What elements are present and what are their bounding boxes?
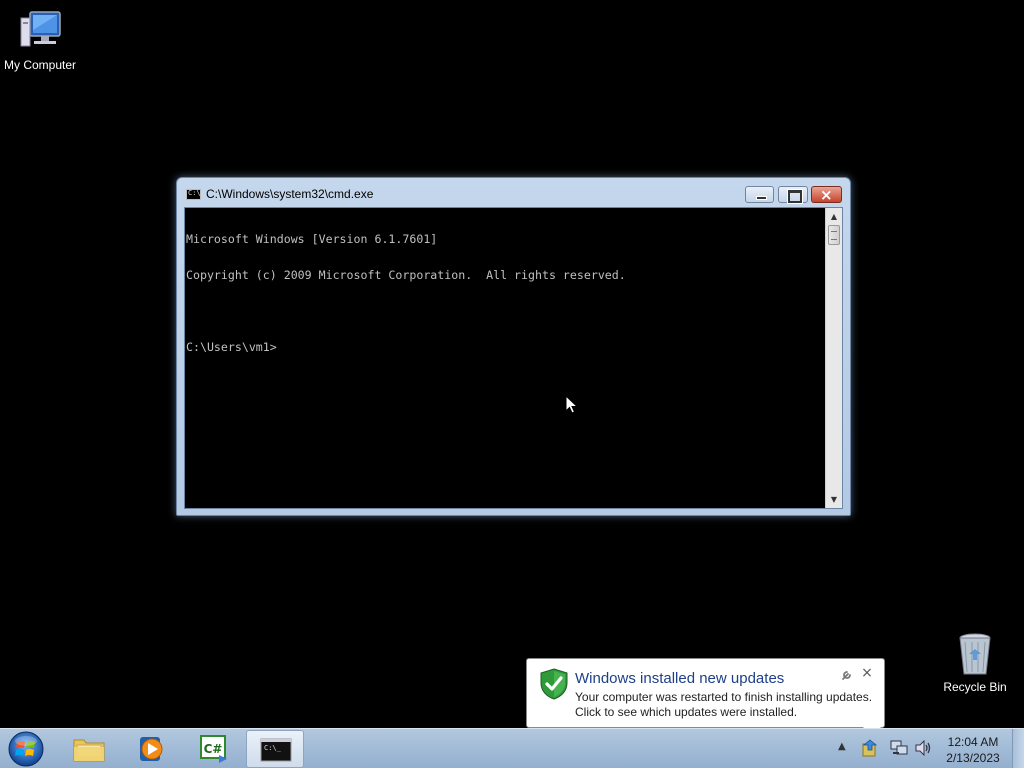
cmd-icon-text: C:\_	[264, 744, 282, 752]
console-text: Microsoft Windows [Version 6.1.7601] Cop…	[186, 209, 824, 377]
taskbar-explorer-button[interactable]	[60, 730, 118, 768]
csharp-icon: C#	[197, 735, 229, 763]
windows-update-tray-icon[interactable]	[862, 739, 878, 757]
shield-check-icon	[540, 668, 568, 700]
start-button[interactable]	[6, 730, 46, 768]
recycle-bin-icon	[951, 630, 999, 678]
computer-icon	[16, 8, 64, 56]
mouse-cursor-icon	[565, 394, 579, 415]
console-area[interactable]: Microsoft Windows [Version 6.1.7601] Cop…	[184, 207, 843, 509]
cmd-titlebar[interactable]: C:\ C:\Windows\system32\cmd.exe ×	[177, 178, 850, 206]
wrench-options-icon[interactable]	[841, 668, 854, 681]
window-title: C:\Windows\system32\cmd.exe	[206, 187, 374, 201]
clock-time: 12:04 AM	[947, 735, 999, 749]
taskbar-cmd-button[interactable]: C:\_	[246, 730, 304, 768]
my-computer-label: My Computer	[3, 58, 77, 72]
balloon-title: Windows installed new updates	[575, 670, 785, 687]
cmd-window[interactable]: C:\ C:\Windows\system32\cmd.exe × Micros…	[176, 177, 851, 516]
recycle-bin-desktop-icon[interactable]: Recycle Bin	[935, 630, 1015, 694]
console-prompt: C:\Users\vm1>	[186, 340, 277, 354]
folder-icon	[73, 735, 105, 763]
scrollbar-thumb[interactable]	[828, 225, 840, 245]
console-line: Microsoft Windows [Version 6.1.7601]	[186, 232, 438, 246]
balloon-message-line: Click to see which updates were installe…	[575, 705, 798, 719]
close-button[interactable]: ×	[811, 186, 842, 204]
clock-date: 2/13/2023	[946, 751, 1000, 765]
show-hidden-icons-arrow-icon[interactable]: ▲	[838, 741, 850, 753]
network-tray-icon[interactable]	[890, 740, 908, 756]
scroll-up-arrow-icon[interactable]: ▲	[826, 208, 842, 225]
show-desktop-button[interactable]	[1012, 729, 1024, 768]
minimize-button[interactable]	[745, 186, 774, 203]
balloon-close-icon[interactable]: ×	[860, 666, 874, 680]
taskbar-csharp-button[interactable]: C#	[184, 730, 242, 768]
cmd-title-icon-text: C:\	[188, 189, 201, 197]
recycle-bin-label: Recycle Bin	[943, 680, 1007, 694]
cmd-title-icon[interactable]: C:\	[186, 189, 201, 200]
volume-tray-icon[interactable]	[914, 739, 932, 757]
console-line: Copyright (c) 2009 Microsoft Corporation…	[186, 268, 626, 282]
close-icon: ×	[820, 186, 833, 204]
taskbar: C# C:\_ ▲ 12:04 AM 2/13/2023	[0, 728, 1024, 768]
media-player-icon	[135, 735, 167, 763]
cmd-icon: C:\_	[260, 736, 292, 764]
csharp-label: C#	[204, 742, 223, 756]
vertical-scrollbar[interactable]: ▲ ▼	[825, 208, 842, 508]
update-notification-balloon[interactable]: Windows installed new updates Your compu…	[526, 658, 885, 737]
taskbar-media-player-button[interactable]	[122, 730, 180, 768]
system-clock[interactable]: 12:04 AM 2/13/2023	[940, 734, 1006, 766]
scroll-down-arrow-icon[interactable]: ▼	[826, 491, 842, 508]
desktop: My Computer Recycle Bin C:\ C:\Windows\s…	[0, 0, 1024, 768]
maximize-button[interactable]	[778, 186, 808, 203]
balloon-message-line: Your computer was restarted to finish in…	[575, 690, 873, 704]
my-computer-desktop-icon[interactable]: My Computer	[0, 8, 80, 72]
